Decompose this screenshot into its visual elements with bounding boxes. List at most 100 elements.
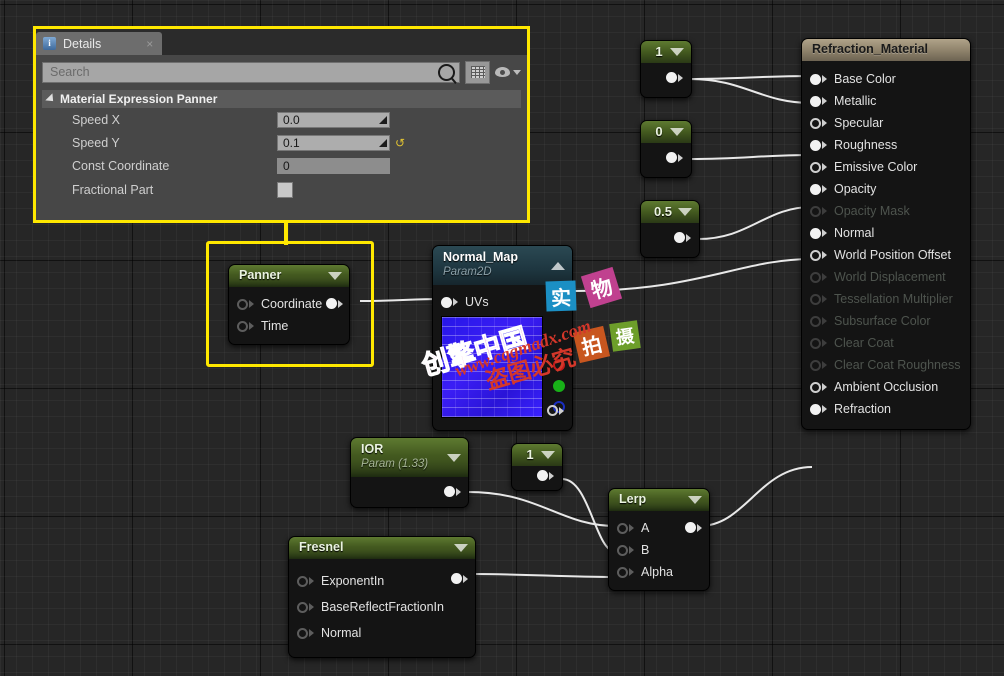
panner-pin-time[interactable]: Time <box>229 315 349 337</box>
chevron-down-icon[interactable] <box>447 453 461 462</box>
fresnel-pin-normal[interactable]: Normal <box>289 620 475 646</box>
constant-node-1-mid[interactable]: 1 <box>511 443 563 491</box>
pin-dot[interactable] <box>810 183 821 195</box>
constant-node-half[interactable]: 0.5 <box>640 200 700 258</box>
material-pin-ambient-occlusion[interactable]: Ambient Occlusion <box>802 376 970 398</box>
material-pin-roughness[interactable]: Roughness <box>802 134 970 156</box>
pin-dot[interactable] <box>810 117 821 129</box>
fresnel-pin-basereflectfractionin[interactable]: BaseReflectFractionIn <box>289 594 475 620</box>
panner-node[interactable]: Panner Coordinate Time <box>228 264 350 345</box>
search-input[interactable]: Search <box>42 61 460 83</box>
pin-dot[interactable] <box>810 161 821 173</box>
pin-dot[interactable] <box>237 298 248 310</box>
chevron-down-icon[interactable] <box>678 208 692 216</box>
pin-dot[interactable] <box>237 320 248 332</box>
chevron-down-icon[interactable] <box>513 69 521 75</box>
lerp-node[interactable]: Lerp A B Alpha <box>608 488 710 591</box>
pin-dot[interactable] <box>810 227 821 239</box>
spinner-icon[interactable] <box>379 138 387 147</box>
property-row-fractional-part[interactable]: Fractional Part <box>42 177 521 203</box>
constant-node-1-output-pin[interactable] <box>666 72 683 83</box>
pin-arrow-icon <box>309 629 314 637</box>
constant-node-0-output-pin[interactable] <box>666 152 683 163</box>
pin-dot[interactable] <box>297 601 308 613</box>
material-pin-emissive-color[interactable]: Emissive Color <box>802 156 970 178</box>
texture-sample-node[interactable]: Normal_Map Param2D UVs <box>432 245 573 431</box>
chevron-up-icon[interactable] <box>551 261 565 270</box>
pin-dot[interactable] <box>810 73 821 85</box>
material-output-node[interactable]: Refraction_Material Base Color Metallic … <box>801 38 971 430</box>
pin-dot[interactable] <box>617 544 628 556</box>
pin-dot[interactable] <box>810 403 821 415</box>
constant-node-1-value: 1 <box>655 44 663 59</box>
texture-output-pin-red[interactable] <box>553 359 565 371</box>
panner-output-pin[interactable] <box>326 298 343 309</box>
material-pin-metallic[interactable]: Metallic <box>802 90 970 112</box>
chevron-down-icon[interactable] <box>688 496 702 504</box>
ior-param-node[interactable]: IOR Param (1.33) <box>350 437 469 508</box>
property-row-speed-y[interactable]: Speed Y 0.1 ↺ <box>42 131 521 154</box>
material-pin-specular[interactable]: Specular <box>802 112 970 134</box>
revert-icon[interactable]: ↺ <box>395 137 405 149</box>
material-pin-world-position-offset[interactable]: World Position Offset <box>802 244 970 266</box>
info-icon: i <box>43 37 56 50</box>
fresnel-pin-exponentin[interactable]: ExponentIn <box>289 568 475 594</box>
lerp-output-pin[interactable] <box>685 522 702 533</box>
constant-node-0[interactable]: 0 <box>640 120 692 178</box>
pin-label: World Displacement <box>834 270 946 284</box>
pin-label: Specular <box>834 116 884 130</box>
pin-dot[interactable] <box>810 249 821 261</box>
watermark-glyph: 摄 <box>614 325 636 350</box>
chevron-down-icon[interactable] <box>670 128 684 136</box>
search-placeholder: Search <box>50 65 90 79</box>
ior-output-pin[interactable] <box>444 486 461 497</box>
pin-dot[interactable] <box>617 566 628 578</box>
close-icon[interactable]: × <box>146 37 153 51</box>
material-pin-base-color[interactable]: Base Color <box>802 68 970 90</box>
const-coordinate-input[interactable]: 0 <box>277 157 390 174</box>
pin-dot[interactable] <box>617 522 628 534</box>
material-pin-tessellation-multiplier: Tessellation Multiplier <box>802 288 970 310</box>
texture-output-pin-green[interactable] <box>553 380 565 392</box>
fresnel-output-pin[interactable] <box>451 573 468 584</box>
pin-arrow-icon <box>822 339 827 347</box>
chevron-down-icon[interactable] <box>328 272 342 280</box>
texture-output-pin-alpha[interactable] <box>547 405 564 416</box>
material-pin-opacity[interactable]: Opacity <box>802 178 970 200</box>
speed-y-input[interactable]: 0.1 <box>277 134 390 151</box>
visibility-dropdown[interactable] <box>495 67 521 77</box>
eye-icon[interactable] <box>495 67 510 77</box>
pin-dot[interactable] <box>810 139 821 151</box>
chevron-down-icon[interactable] <box>541 451 555 459</box>
pin-label: Opacity <box>834 182 877 196</box>
fractional-part-checkbox[interactable] <box>277 182 293 198</box>
material-editor-canvas[interactable]: Refraction_Material Base Color Metallic … <box>0 0 1004 676</box>
chevron-down-icon[interactable] <box>454 544 468 552</box>
pin-dot[interactable] <box>810 381 821 393</box>
lerp-pin-b[interactable]: B <box>609 539 709 561</box>
pin-dot[interactable] <box>297 627 308 639</box>
tab-details[interactable]: i Details × <box>36 32 163 55</box>
expand-triangle-icon[interactable] <box>45 93 57 105</box>
constant-node-1-mid-output-pin[interactable] <box>537 470 554 481</box>
spinner-icon[interactable] <box>379 115 387 124</box>
material-pin-refraction[interactable]: Refraction <box>802 398 970 420</box>
pin-label: Subsurface Color <box>834 314 931 328</box>
grid-view-button[interactable] <box>465 60 490 84</box>
pin-dot[interactable] <box>441 296 452 308</box>
property-row-const-coordinate[interactable]: Const Coordinate 0 <box>42 154 521 177</box>
category-header[interactable]: Material Expression Panner <box>42 90 521 108</box>
material-pin-normal[interactable]: Normal <box>802 222 970 244</box>
constant-node-1[interactable]: 1 <box>640 40 692 98</box>
details-panel[interactable]: i Details × Search Material Expression P… <box>33 26 530 223</box>
search-icon[interactable] <box>438 63 455 81</box>
pin-label: Metallic <box>834 94 877 108</box>
fresnel-node[interactable]: Fresnel ExponentIn BaseReflectFractionIn… <box>288 536 476 658</box>
chevron-down-icon[interactable] <box>670 48 684 56</box>
property-row-speed-x[interactable]: Speed X 0.0 <box>42 108 521 131</box>
speed-x-input[interactable]: 0.0 <box>277 111 390 128</box>
constant-node-half-output-pin[interactable] <box>674 232 691 243</box>
pin-dot[interactable] <box>297 575 308 587</box>
lerp-pin-alpha[interactable]: Alpha <box>609 561 709 583</box>
pin-dot[interactable] <box>810 95 821 107</box>
